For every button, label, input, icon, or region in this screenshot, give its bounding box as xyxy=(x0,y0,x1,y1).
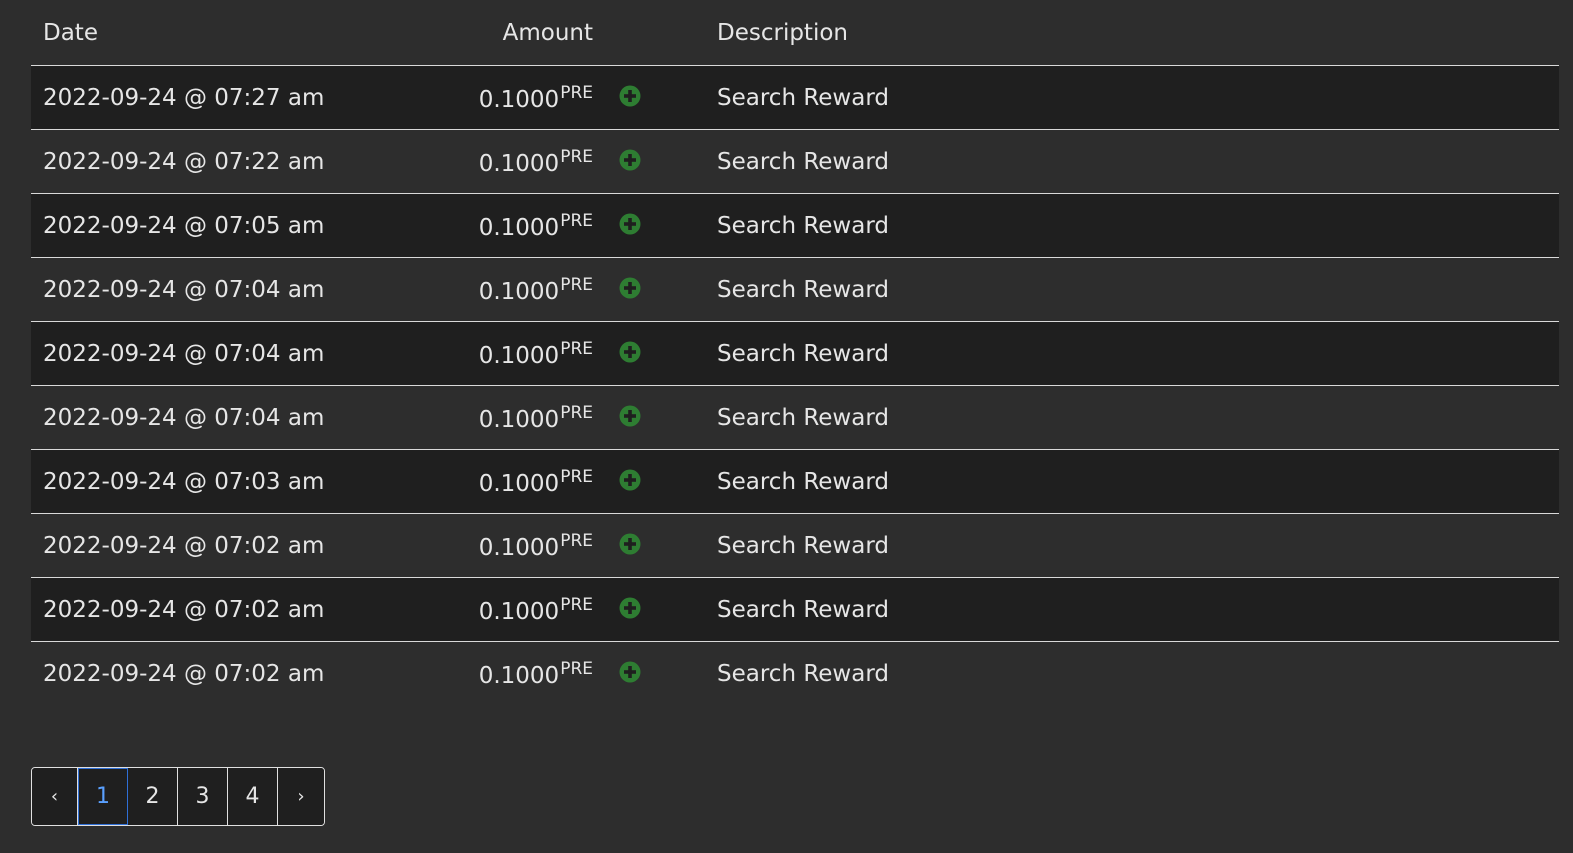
plus-circle-icon xyxy=(619,661,641,683)
pagination-page-2-button[interactable]: 2 xyxy=(128,768,178,825)
plus-circle-icon xyxy=(619,149,641,171)
amount-unit: PRE xyxy=(560,274,593,295)
row-amount: 0.1000PRE xyxy=(443,129,593,194)
row-date: 2022-09-24 @ 07:05 am xyxy=(31,193,443,258)
plus-circle-icon xyxy=(619,597,641,619)
table-header-row: Date Amount Description xyxy=(31,0,1559,66)
row-icon-cell xyxy=(593,65,705,130)
pagination-page-4-button[interactable]: 4 xyxy=(228,768,278,825)
amount-unit: PRE xyxy=(560,594,593,615)
plus-circle-icon xyxy=(619,405,641,427)
row-amount: 0.1000PRE xyxy=(443,257,593,322)
table-row: 2022-09-24 @ 07:02 am 0.1000PRE Search Rew… xyxy=(31,641,1559,705)
amount-unit: PRE xyxy=(560,658,593,679)
pagination-page-3-button[interactable]: 3 xyxy=(178,768,228,825)
row-amount: 0.1000PRE xyxy=(443,449,593,514)
amount-unit: PRE xyxy=(560,338,593,359)
amount-unit: PRE xyxy=(560,466,593,487)
transactions-table-container: Date Amount Description 2022-09-24 @ 07:… xyxy=(31,0,1559,705)
table-row: 2022-09-24 @ 07:02 am 0.1000PRE Search Rew… xyxy=(31,513,1559,578)
amount-value: 0.1000 xyxy=(478,406,560,433)
table-row: 2022-09-24 @ 07:03 am 0.1000PRE Search Rew… xyxy=(31,449,1559,514)
amount-unit: PRE xyxy=(560,530,593,551)
row-date: 2022-09-24 @ 07:22 am xyxy=(31,129,443,194)
amount-value: 0.1000 xyxy=(478,662,560,689)
row-date: 2022-09-24 @ 07:27 am xyxy=(31,65,443,130)
column-header-icon xyxy=(593,0,705,66)
row-icon-cell xyxy=(593,385,705,450)
row-description: Search Reward xyxy=(705,129,1559,194)
row-amount: 0.1000PRE xyxy=(443,577,593,642)
transactions-table: Date Amount Description 2022-09-24 @ 07:… xyxy=(31,0,1559,705)
plus-circle-icon xyxy=(619,341,641,363)
table-row: 2022-09-24 @ 07:05 am 0.1000PRE Search Rew… xyxy=(31,193,1559,258)
amount-value: 0.1000 xyxy=(478,534,560,561)
row-date: 2022-09-24 @ 07:03 am xyxy=(31,449,443,514)
row-icon-cell xyxy=(593,449,705,514)
row-description: Search Reward xyxy=(705,449,1559,514)
pagination-next-button[interactable]: › xyxy=(278,768,324,825)
row-date: 2022-09-24 @ 07:02 am xyxy=(31,641,443,705)
row-icon-cell xyxy=(593,577,705,642)
amount-unit: PRE xyxy=(560,82,593,103)
row-description: Search Reward xyxy=(705,193,1559,258)
row-amount: 0.1000PRE xyxy=(443,65,593,130)
row-amount: 0.1000PRE xyxy=(443,385,593,450)
row-amount: 0.1000PRE xyxy=(443,513,593,578)
amount-unit: PRE xyxy=(560,210,593,231)
amount-value: 0.1000 xyxy=(478,598,560,625)
row-date: 2022-09-24 @ 07:04 am xyxy=(31,321,443,386)
plus-circle-icon xyxy=(619,85,641,107)
row-description: Search Reward xyxy=(705,641,1559,705)
plus-circle-icon xyxy=(619,533,641,555)
row-date: 2022-09-24 @ 07:04 am xyxy=(31,257,443,322)
row-icon-cell xyxy=(593,257,705,322)
row-description: Search Reward xyxy=(705,65,1559,130)
row-icon-cell xyxy=(593,129,705,194)
row-date: 2022-09-24 @ 07:04 am xyxy=(31,385,443,450)
column-header-amount: Amount xyxy=(443,0,593,66)
row-icon-cell xyxy=(593,513,705,578)
plus-circle-icon xyxy=(619,469,641,491)
row-description: Search Reward xyxy=(705,577,1559,642)
row-description: Search Reward xyxy=(705,257,1559,322)
row-icon-cell xyxy=(593,321,705,386)
table-body: 2022-09-24 @ 07:27 am 0.1000PRE Search Rew… xyxy=(31,65,1559,705)
plus-circle-icon xyxy=(619,213,641,235)
amount-value: 0.1000 xyxy=(478,278,560,305)
amount-value: 0.1000 xyxy=(478,86,560,113)
amount-value: 0.1000 xyxy=(478,342,560,369)
table-row: 2022-09-24 @ 07:04 am 0.1000PRE Search Rew… xyxy=(31,385,1559,450)
amount-unit: PRE xyxy=(560,146,593,167)
row-description: Search Reward xyxy=(705,321,1559,386)
pagination-page-1-button[interactable]: 1 xyxy=(78,768,128,825)
row-amount: 0.1000PRE xyxy=(443,321,593,386)
column-header-date: Date xyxy=(31,0,443,66)
amount-unit: PRE xyxy=(560,402,593,423)
amount-value: 0.1000 xyxy=(478,470,560,497)
table-row: 2022-09-24 @ 07:27 am 0.1000PRE Search Rew… xyxy=(31,65,1559,130)
row-description: Search Reward xyxy=(705,385,1559,450)
amount-value: 0.1000 xyxy=(478,214,560,241)
amount-value: 0.1000 xyxy=(478,150,560,177)
row-amount: 0.1000PRE xyxy=(443,641,593,705)
table-row: 2022-09-24 @ 07:22 am 0.1000PRE Search Rew… xyxy=(31,129,1559,194)
table-row: 2022-09-24 @ 07:04 am 0.1000PRE Search Rew… xyxy=(31,257,1559,322)
row-amount: 0.1000PRE xyxy=(443,193,593,258)
pagination-prev-button[interactable]: ‹ xyxy=(32,768,78,825)
row-icon-cell xyxy=(593,641,705,705)
row-date: 2022-09-24 @ 07:02 am xyxy=(31,513,443,578)
row-icon-cell xyxy=(593,193,705,258)
table-row: 2022-09-24 @ 07:02 am 0.1000PRE Search Rew… xyxy=(31,577,1559,642)
row-description: Search Reward xyxy=(705,513,1559,578)
pagination: ‹ 1 2 3 4 › xyxy=(31,767,325,826)
row-date: 2022-09-24 @ 07:02 am xyxy=(31,577,443,642)
column-header-description: Description xyxy=(705,0,1559,66)
plus-circle-icon xyxy=(619,277,641,299)
table-row: 2022-09-24 @ 07:04 am 0.1000PRE Search Rew… xyxy=(31,321,1559,386)
